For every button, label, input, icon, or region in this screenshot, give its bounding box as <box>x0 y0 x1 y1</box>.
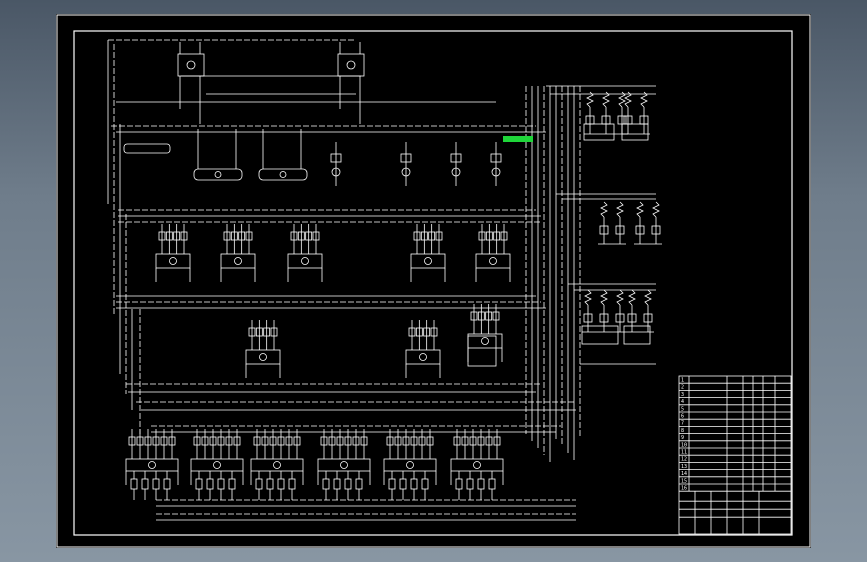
tank <box>123 143 171 154</box>
lower-valve-group <box>130 478 171 490</box>
actuator-unit <box>190 436 244 472</box>
tank-unit <box>258 168 308 181</box>
lower-valve-group <box>255 478 296 490</box>
motor-icon <box>234 257 242 265</box>
motor-icon <box>481 337 489 345</box>
title-block-row-number: 2 <box>681 385 684 391</box>
lower-valve-group <box>322 478 363 490</box>
title-block-row-number: 5 <box>681 406 684 412</box>
pump-icon <box>346 60 356 70</box>
valve-icon <box>214 171 222 178</box>
hydraulic-schematic: 12345678910111213141516 <box>56 14 811 548</box>
title-block-row-number: 9 <box>681 435 684 441</box>
spring-icon <box>584 289 592 306</box>
top-pump-unit <box>177 53 205 77</box>
motor-icon <box>419 353 427 361</box>
actuator-unit <box>250 436 304 472</box>
motor-icon <box>213 461 221 469</box>
title-block-row-number: 13 <box>681 464 687 470</box>
actuator-unit <box>467 311 503 349</box>
actuator-unit <box>125 436 179 472</box>
motor-icon <box>406 461 414 469</box>
manifold <box>623 325 651 345</box>
drawing-sheet: 1 2 3 4 5 6 7 8 9 10 11 12 13 14 15 16 <box>56 14 811 548</box>
actuator-unit <box>317 436 371 472</box>
spring-icon <box>616 201 624 218</box>
actuator-unit <box>155 231 191 269</box>
motor-icon <box>473 461 481 469</box>
motor-icon <box>148 461 156 469</box>
title-block-row-number: 12 <box>681 457 687 463</box>
title-block-row-number: 7 <box>681 421 684 427</box>
spring-icon <box>644 289 652 306</box>
manifold <box>581 325 619 345</box>
title-block-row-number: 1 <box>681 378 684 384</box>
top-pump-unit <box>337 53 365 77</box>
title-block-row-number: 10 <box>681 442 687 448</box>
motor-icon <box>340 461 348 469</box>
outer-border <box>56 14 811 548</box>
motor-icon <box>424 257 432 265</box>
tank-unit <box>193 168 243 181</box>
lower-valve-group <box>455 478 496 490</box>
motor-icon <box>259 353 267 361</box>
title-block-row-number: 4 <box>681 399 684 405</box>
spring-icon <box>600 289 608 306</box>
motor-icon <box>301 257 309 265</box>
title-block-row-number: 11 <box>681 450 687 456</box>
actuator-unit <box>245 327 281 365</box>
spring-icon <box>628 289 636 306</box>
motor-icon <box>489 257 497 265</box>
title-block-row-number: 3 <box>681 392 684 398</box>
title-block-row-number: 6 <box>681 414 684 420</box>
actuator-unit <box>220 231 256 269</box>
title-block-row-number: 14 <box>681 471 687 477</box>
motor-icon <box>273 461 281 469</box>
valve-block <box>467 335 497 367</box>
highlight-marker <box>503 136 533 142</box>
pump-icon <box>186 60 196 70</box>
actuator-unit <box>287 231 323 269</box>
spring-icon <box>616 289 624 306</box>
pipe-lines <box>107 39 791 534</box>
manifold <box>583 123 615 141</box>
title-block-row-number: 16 <box>681 486 687 492</box>
actuator-unit <box>475 231 511 269</box>
actuator-unit <box>383 436 437 472</box>
actuator-unit <box>410 231 446 269</box>
valve-icon <box>279 171 287 178</box>
spring-icon <box>652 201 660 218</box>
lower-valve-group <box>195 478 236 490</box>
spring-icon <box>600 201 608 218</box>
lower-valve-group <box>388 478 429 490</box>
title-block-row-number: 15 <box>681 478 687 484</box>
actuator-unit <box>405 327 441 365</box>
actuator-unit <box>450 436 504 472</box>
title-block-row-number: 8 <box>681 428 684 434</box>
spring-icon <box>636 201 644 218</box>
motor-icon <box>169 257 177 265</box>
